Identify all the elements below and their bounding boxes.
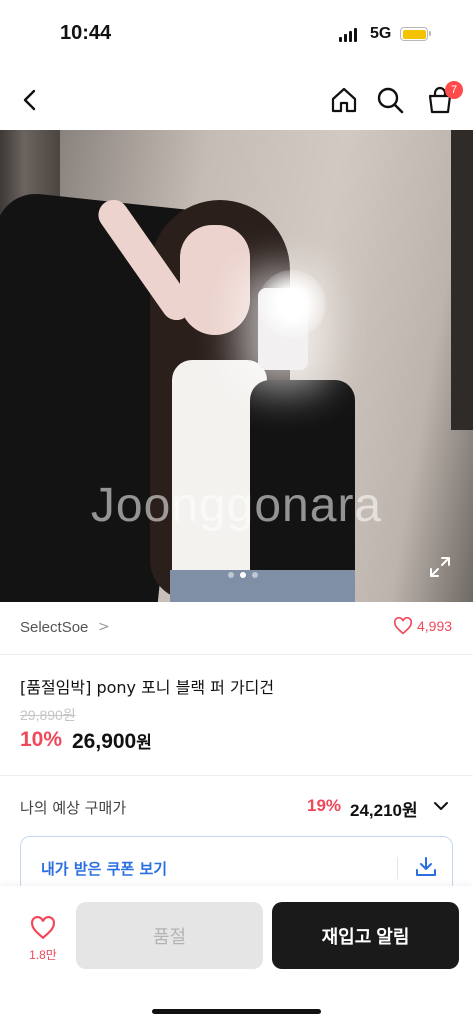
sale-price-value: 26,900 <box>72 730 137 753</box>
carousel-dot-active[interactable] <box>240 572 246 578</box>
carousel-dot[interactable] <box>252 572 258 578</box>
carousel-dots <box>228 572 258 578</box>
wishlist-button[interactable]: 1.8만 <box>22 915 64 963</box>
sale-price: 26,900원 <box>72 728 152 754</box>
expected-discount: 19% <box>307 796 342 815</box>
coupon-divider <box>397 857 398 879</box>
face-shape <box>180 225 250 335</box>
seller-name[interactable]: SelectSoe <box>20 619 88 636</box>
heart-icon <box>393 617 413 635</box>
price-unit: 원 <box>136 733 152 752</box>
signal-icon <box>339 28 357 42</box>
likes-count[interactable]: 4,993 <box>393 617 452 635</box>
seller-row[interactable]: SelectSoe > 4,993 <box>0 602 473 655</box>
watermark: Joonggonara <box>90 479 383 532</box>
search-button[interactable] <box>372 82 408 118</box>
heart-icon <box>31 915 55 940</box>
expand-expected-button[interactable] <box>432 797 450 815</box>
battery-icon <box>400 27 431 41</box>
divider <box>0 775 473 776</box>
wishlist-count: 1.8만 <box>29 948 57 962</box>
expand-button[interactable] <box>428 555 452 579</box>
status-bar: 10:44 5G <box>0 0 473 70</box>
cart-count-badge: 7 <box>445 81 463 99</box>
coupon-link[interactable]: 내가 받은 쿠폰 보기 <box>41 858 167 879</box>
chevron-down-icon <box>434 802 448 810</box>
chevron-left-icon <box>23 89 36 111</box>
original-price: 29,890원 <box>20 707 76 723</box>
chevron-right-icon: > <box>98 619 110 635</box>
likes-count-label: 4,993 <box>417 618 453 634</box>
soldout-button[interactable]: 품절 <box>76 902 263 969</box>
expand-icon <box>430 557 450 577</box>
expected-price-label: 나의 예상 구매가 <box>20 799 127 817</box>
network-label: 5G <box>370 25 392 42</box>
status-time: 10:44 <box>60 22 112 44</box>
top-nav <box>0 70 473 130</box>
product-title: [품절임박] pony 포니 블랙 퍼 가디건 <box>20 678 275 697</box>
expected-price: 24,210원 <box>350 801 418 820</box>
restock-alert-button[interactable]: 재입고 알림 <box>272 902 459 969</box>
back-button[interactable] <box>12 82 48 118</box>
download-icon <box>416 857 436 876</box>
discount-rate: 10% <box>20 728 63 751</box>
home-icon <box>331 87 357 113</box>
home-indicator <box>152 1009 321 1014</box>
carousel-dot[interactable] <box>228 572 234 578</box>
product-image[interactable]: Joonggonara <box>0 130 473 602</box>
coupon-download-button[interactable] <box>414 855 438 879</box>
home-button[interactable] <box>326 82 362 118</box>
bottom-action-bar: 1.8만 품절 재입고 알림 <box>0 886 473 1024</box>
search-icon <box>377 87 404 114</box>
